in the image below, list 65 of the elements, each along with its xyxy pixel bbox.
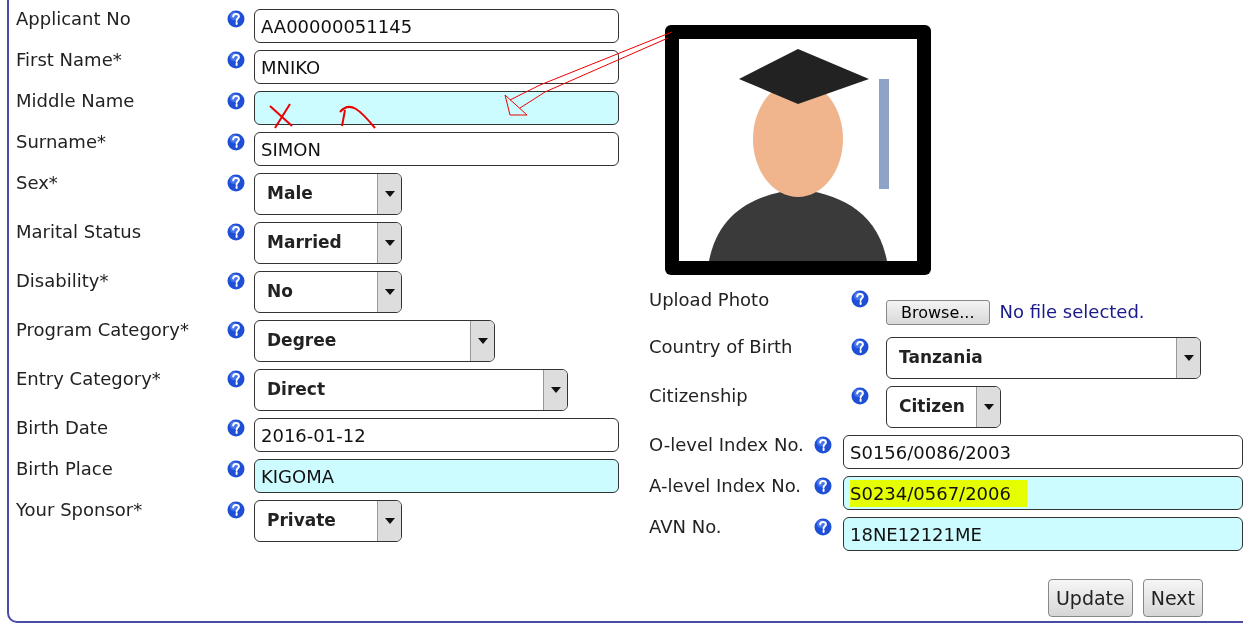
help-icon[interactable]	[227, 370, 245, 388]
file-status-text: No file selected.	[999, 300, 1145, 324]
caret-icon	[384, 191, 395, 197]
caret-icon	[384, 518, 395, 524]
field-label: Applicant No	[16, 9, 132, 31]
field-label: Middle Name	[16, 91, 136, 113]
field-label: Birth Place	[16, 459, 114, 481]
help-icon[interactable]	[227, 51, 245, 69]
input-field[interactable]	[254, 91, 619, 125]
dropdown[interactable]: Tanzania	[886, 337, 1201, 379]
dropdown[interactable]: Citizen	[886, 386, 1001, 428]
help-icon[interactable]	[227, 92, 245, 110]
field-label: Birth Date	[16, 418, 109, 440]
help-icon[interactable]	[814, 477, 833, 495]
field-label: Citizenship	[649, 386, 749, 408]
field-label: Program Category*	[16, 320, 190, 342]
help-icon[interactable]	[227, 321, 245, 339]
field-label: Marital Status	[16, 222, 143, 244]
help-icon[interactable]	[227, 133, 245, 151]
input-field[interactable]: 2016-01-12	[254, 418, 619, 452]
field-label: First Name*	[16, 50, 123, 72]
field-label: Surname*	[16, 132, 107, 154]
field-label: Upload Photo	[649, 290, 771, 312]
dropdown[interactable]: Male	[254, 173, 402, 215]
caret-icon	[1183, 355, 1194, 361]
field-label: Entry Category*	[16, 369, 162, 391]
help-icon[interactable]	[227, 419, 245, 437]
help-icon[interactable]	[814, 518, 833, 536]
input-field[interactable]: S0156/0086/2003	[843, 435, 1243, 469]
input-field[interactable]: KIGOMA	[254, 459, 619, 493]
field-label: Country of Birth	[649, 337, 794, 359]
browse-button[interactable]: Browse...	[886, 300, 990, 325]
field-label: A-level Index No.	[649, 476, 803, 498]
field-label: Disability*	[16, 271, 110, 293]
help-icon[interactable]	[851, 387, 869, 405]
field-label: O-level Index No.	[649, 435, 805, 457]
dropdown[interactable]: Married	[254, 222, 402, 264]
form-button[interactable]: Update	[1047, 579, 1133, 617]
field-label: AVN No.	[649, 517, 723, 539]
input-field[interactable]: MNIKO	[254, 50, 619, 84]
help-icon[interactable]	[227, 10, 245, 28]
input-field[interactable]: 18NE12121ME	[843, 517, 1243, 551]
field-label: Sex*	[16, 173, 59, 195]
field-label: Your Sponsor*	[16, 500, 144, 522]
dropdown[interactable]: Direct	[254, 369, 568, 411]
caret-icon	[384, 289, 395, 295]
input-field[interactable]: S0234/0567/2006	[843, 476, 1243, 510]
form-button[interactable]: Next	[1142, 579, 1203, 617]
caret-icon	[983, 404, 994, 410]
dropdown[interactable]: Private	[254, 500, 402, 542]
help-icon[interactable]	[851, 338, 869, 356]
dropdown[interactable]: Degree	[254, 320, 495, 362]
input-field[interactable]: SIMON	[254, 132, 619, 166]
caret-icon	[477, 338, 488, 344]
help-icon[interactable]	[814, 436, 833, 454]
help-icon[interactable]	[227, 460, 245, 478]
caret-icon	[384, 240, 395, 246]
help-icon[interactable]	[851, 290, 869, 308]
help-icon[interactable]	[227, 223, 245, 241]
caret-icon	[550, 387, 561, 393]
help-icon[interactable]	[227, 501, 245, 519]
input-field[interactable]: AA00000051145	[254, 9, 619, 43]
dropdown[interactable]: No	[254, 271, 402, 313]
help-icon[interactable]	[227, 272, 245, 290]
help-icon[interactable]	[227, 174, 245, 192]
